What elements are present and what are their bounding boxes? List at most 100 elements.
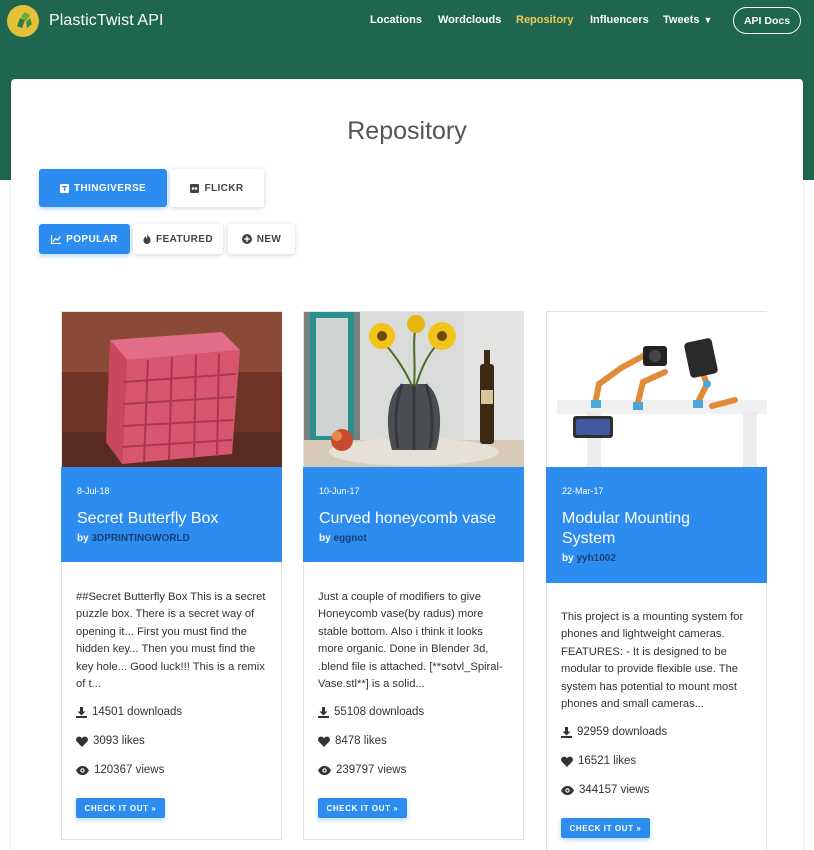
view-count-text: 120367 views <box>94 764 165 776</box>
by-label: by <box>77 533 89 544</box>
download-icon <box>318 706 329 718</box>
item-date: 22-Mar-17 <box>562 486 604 496</box>
heart-icon <box>561 756 573 767</box>
description-line: Vase.stl**] is a solid... <box>318 678 425 691</box>
item-image[interactable] <box>547 312 767 467</box>
download-count: 55108 downloads <box>318 706 424 718</box>
flickr-label: FLICKR <box>204 182 244 194</box>
heart-icon <box>318 736 330 747</box>
download-count-text: 92959 downloads <box>577 726 668 738</box>
description-line: Honeycomb vase(by radus) more <box>318 608 484 621</box>
item-header: 8-Jul-18 Secret Butterfly Box by 3DPRINT… <box>61 467 282 562</box>
popular-label: POPULAR <box>66 233 118 245</box>
like-count-text: 8478 likes <box>335 735 387 747</box>
item-description: This project is a mounting system for ph… <box>561 609 757 713</box>
page-title: Repository <box>347 117 467 145</box>
item-byline: by yyh1002 <box>562 553 616 564</box>
item-date: 8-Jul-18 <box>77 486 110 496</box>
description-line: phones and lightweight cameras. <box>561 628 725 641</box>
by-label: by <box>319 533 331 544</box>
download-count-text: 14501 downloads <box>92 706 183 718</box>
description-line: stable bottom. Also i think it looks <box>318 625 483 638</box>
fire-icon <box>143 234 151 244</box>
eye-icon <box>318 765 331 775</box>
view-count-text: 344157 views <box>579 784 650 796</box>
nav-tweets-label: Tweets <box>663 14 700 26</box>
description-line: .blend file is attached. [**sotvl_Spiral… <box>318 660 503 673</box>
description-line: phones and small cameras... <box>561 698 705 711</box>
eye-icon <box>561 785 574 795</box>
item-author[interactable]: eggnot <box>333 533 366 544</box>
api-docs-button[interactable]: API Docs <box>733 7 801 34</box>
description-line: opening it... First you must find the <box>76 625 248 638</box>
nav-influencers[interactable]: Influencers <box>590 14 649 26</box>
item-card-1: 8-Jul-18 Secret Butterfly Box by 3DPRINT… <box>61 311 282 840</box>
heart-icon <box>76 736 88 747</box>
item-title-line: Modular Mounting <box>562 510 691 527</box>
description-line: of t... <box>76 678 101 691</box>
new-button[interactable]: NEW <box>228 224 295 254</box>
app-name: PlasticTwist API <box>49 12 164 29</box>
brand[interactable]: PlasticTwist API <box>7 5 164 37</box>
description-line: more organic. Done in Blender 3d, <box>318 643 489 656</box>
description-line: FEATURES: - It is designed to be <box>561 645 727 658</box>
thingiverse-button[interactable]: THINGIVERSE <box>39 169 167 207</box>
like-count-text: 16521 likes <box>578 755 637 767</box>
download-count-text: 55108 downloads <box>334 706 425 718</box>
by-label: by <box>562 553 574 564</box>
download-count: 92959 downloads <box>561 726 667 738</box>
flickr-button[interactable]: FLICKR <box>170 169 264 207</box>
check-it-out-button[interactable]: CHECK IT OUT » <box>561 818 650 838</box>
nav-repository[interactable]: Repository <box>516 14 573 26</box>
view-count: 344157 views <box>561 784 649 796</box>
view-count-text: 239797 views <box>336 764 407 776</box>
thingiverse-label: THINGIVERSE <box>73 182 147 194</box>
chevron-down-icon: ▼ <box>703 15 713 25</box>
thingiverse-icon <box>59 183 69 193</box>
featured-label: FEATURED <box>156 233 213 245</box>
item-date: 10-Jun-17 <box>319 486 360 496</box>
item-image[interactable] <box>62 312 282 467</box>
flickr-icon <box>190 183 200 193</box>
popular-button[interactable]: POPULAR <box>39 224 130 254</box>
item-title[interactable]: Modular Mounting System <box>562 509 752 549</box>
view-count: 120367 views <box>76 764 164 776</box>
download-count: 14501 downloads <box>76 706 182 718</box>
new-label: NEW <box>256 233 282 245</box>
item-author[interactable]: 3DPRINTINGWORLD <box>91 533 189 544</box>
item-card-3: 22-Mar-17 Modular Mounting System by yyh… <box>546 311 767 850</box>
item-byline: by 3DPRINTINGWORLD <box>77 533 190 544</box>
nav-tweets[interactable]: Tweets ▼ <box>663 14 712 26</box>
description-line: ##Secret Butterfly Box This is a secret <box>76 591 266 603</box>
description-line: Just a couple of modifiers to give <box>318 591 481 603</box>
description-line: This project is a mounting system for <box>561 611 744 623</box>
like-count: 3093 likes <box>76 735 145 747</box>
nav-locations[interactable]: Locations <box>370 14 422 26</box>
item-card-2: 10-Jun-17 Curved honeycomb vase by eggno… <box>303 311 524 840</box>
description-line: puzzle box. There is a secret way of <box>76 608 255 621</box>
view-count: 239797 views <box>318 764 406 776</box>
check-it-out-button[interactable]: CHECK IT OUT » <box>76 798 165 818</box>
item-image[interactable] <box>304 312 524 467</box>
item-author[interactable]: yyh1002 <box>576 553 615 564</box>
description-line: modular to provide flexible use. The <box>561 663 739 676</box>
item-description: ##Secret Butterfly Box This is a secret … <box>76 589 272 693</box>
item-header: 22-Mar-17 Modular Mounting System by yyh… <box>546 467 767 583</box>
nav-wordclouds[interactable]: Wordclouds <box>438 14 501 26</box>
like-count: 16521 likes <box>561 755 636 767</box>
item-header: 10-Jun-17 Curved honeycomb vase by eggno… <box>303 467 524 562</box>
item-title[interactable]: Secret Butterfly Box <box>77 509 267 529</box>
item-title[interactable]: Curved honeycomb vase <box>319 509 509 529</box>
chart-icon <box>51 234 62 244</box>
description-line: key hole... Good luck!!! This is a remix <box>76 660 265 673</box>
download-icon <box>76 706 87 718</box>
check-it-out-button[interactable]: CHECK IT OUT » <box>318 798 407 818</box>
download-icon <box>561 726 572 738</box>
item-title-line: System <box>562 530 616 547</box>
eye-icon <box>76 765 89 775</box>
plastictwist-logo-icon <box>7 5 39 37</box>
item-description: Just a couple of modifiers to give Honey… <box>318 589 514 693</box>
description-line: hidden key... Then you must find the <box>76 643 256 656</box>
featured-button[interactable]: FEATURED <box>133 224 223 254</box>
like-count: 8478 likes <box>318 735 387 747</box>
